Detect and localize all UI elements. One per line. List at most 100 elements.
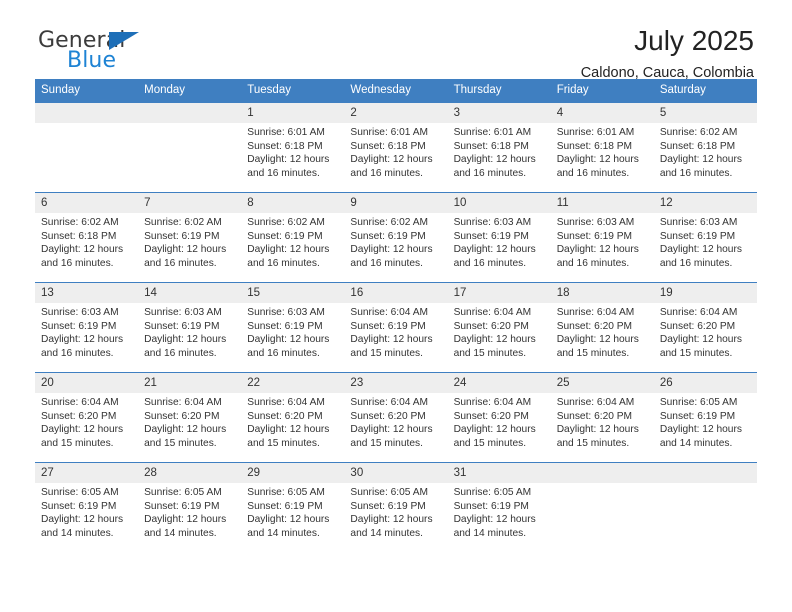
daylight-text-cont: and 15 minutes. <box>247 437 320 449</box>
calendar-day-cell[interactable]: 9 Sunrise: 6:02 AM Sunset: 6:19 PM Daylight… <box>344 192 448 283</box>
day-details: Sunrise: 6:05 AM Sunset: 6:19 PM Daylight:… <box>654 393 757 450</box>
daylight-text-cont: and 16 minutes. <box>659 167 733 179</box>
calendar-day-cell[interactable]: 14 Sunrise: 6:03 AM Sunset: 6:19 PM Dayligh… <box>138 282 242 373</box>
daylight-text: Daylight: 12 hours <box>556 334 639 346</box>
day-details: Sunrise: 6:01 AM Sunset: 6:18 PM Daylight:… <box>551 123 654 180</box>
calendar-day-cell-empty <box>550 462 654 552</box>
day-number: 18 <box>550 283 654 303</box>
daylight-text: Daylight: 12 hours <box>350 244 433 256</box>
calendar-day-cell[interactable]: 31 Sunrise: 6:05 AM Sunset: 6:19 PM Dayligh… <box>447 462 551 552</box>
day-details: Sunrise: 6:02 AM Sunset: 6:19 PM Daylight:… <box>344 213 447 270</box>
day-number: 30 <box>344 463 448 483</box>
day-number: 22 <box>241 373 345 393</box>
calendar-day-cell-empty <box>653 462 757 552</box>
day-details: Sunrise: 6:02 AM Sunset: 6:19 PM Daylight:… <box>241 213 344 270</box>
calendar-day-cell[interactable]: 15 Sunrise: 6:03 AM Sunset: 6:19 PM Dayligh… <box>241 282 345 373</box>
calendar-day-cell[interactable]: 12 Sunrise: 6:03 AM Sunset: 6:19 PM Dayligh… <box>653 192 757 283</box>
daylight-text-cont: and 15 minutes. <box>556 347 630 359</box>
calendar-day-cell[interactable]: 5 Sunrise: 6:02 AM Sunset: 6:18 PM Daylight… <box>653 103 757 193</box>
page-title: July 2025 <box>634 25 754 56</box>
sunset-text: Sunset: 6:19 PM <box>41 500 117 512</box>
calendar-day-cell[interactable]: 13 Sunrise: 6:03 AM Sunset: 6:19 PM Dayligh… <box>35 282 139 373</box>
calendar-day-cell[interactable]: 8 Sunrise: 6:02 AM Sunset: 6:19 PM Daylight… <box>241 192 345 283</box>
sunrise-text: Sunrise: 6:04 AM <box>41 397 119 408</box>
calendar-day-cell[interactable]: 22 Sunrise: 6:04 AM Sunset: 6:20 PM Dayligh… <box>241 372 345 463</box>
daylight-text: Daylight: 12 hours <box>41 514 124 526</box>
logo-text-blue: Blue <box>67 48 117 73</box>
calendar-day-cell[interactable]: 24 Sunrise: 6:04 AM Sunset: 6:20 PM Dayligh… <box>447 372 551 463</box>
calendar-day-cell[interactable]: 28 Sunrise: 6:05 AM Sunset: 6:19 PM Dayligh… <box>138 462 242 552</box>
daylight-text-cont: and 16 minutes. <box>247 167 320 179</box>
daylight-text-cont: and 15 minutes. <box>659 347 733 359</box>
sunrise-text: Sunrise: 6:04 AM <box>556 307 635 318</box>
calendar-day-cell[interactable]: 20 Sunrise: 6:04 AM Sunset: 6:20 PM Dayligh… <box>35 372 139 463</box>
daylight-text: Daylight: 12 hours <box>453 334 536 346</box>
sunrise-text: Sunrise: 6:04 AM <box>453 307 532 318</box>
sunset-text: Sunset: 6:20 PM <box>350 410 426 422</box>
sunset-text: Sunset: 6:19 PM <box>556 230 633 242</box>
day-details: Sunrise: 6:05 AM Sunset: 6:19 PM Daylight:… <box>344 483 447 540</box>
sunrise-text: Sunrise: 6:03 AM <box>453 217 532 228</box>
sunrise-text: Sunrise: 6:05 AM <box>41 487 119 498</box>
day-number: 3 <box>447 103 551 123</box>
calendar-day-cell[interactable]: 25 Sunrise: 6:04 AM Sunset: 6:20 PM Dayligh… <box>550 372 654 463</box>
calendar-day-cell-empty <box>138 103 242 193</box>
daylight-text: Daylight: 12 hours <box>144 514 227 526</box>
day-details: Sunrise: 6:03 AM Sunset: 6:19 PM Daylight:… <box>35 303 138 360</box>
calendar-day-cell[interactable]: 3 Sunrise: 6:01 AM Sunset: 6:18 PM Daylight… <box>447 103 551 193</box>
daylight-text: Daylight: 12 hours <box>556 154 639 166</box>
calendar-body: 1 Sunrise: 6:01 AM Sunset: 6:18 PM Daylight… <box>35 103 757 552</box>
sunset-text: Sunset: 6:20 PM <box>41 410 117 422</box>
sunrise-text: Sunrise: 6:01 AM <box>453 127 532 138</box>
calendar-day-cell[interactable]: 30 Sunrise: 6:05 AM Sunset: 6:19 PM Dayligh… <box>344 462 448 552</box>
calendar-day-cell[interactable]: 11 Sunrise: 6:03 AM Sunset: 6:19 PM Dayligh… <box>550 192 654 283</box>
daylight-text-cont: and 14 minutes. <box>247 527 320 539</box>
sunset-text: Sunset: 6:19 PM <box>350 320 426 332</box>
sunrise-text: Sunrise: 6:04 AM <box>350 307 429 318</box>
calendar-day-cell[interactable]: 27 Sunrise: 6:05 AM Sunset: 6:19 PM Dayligh… <box>35 462 139 552</box>
sunrise-text: Sunrise: 6:05 AM <box>350 487 429 498</box>
sunrise-text: Sunrise: 6:04 AM <box>556 397 635 408</box>
day-number: 10 <box>447 193 551 213</box>
daylight-text: Daylight: 12 hours <box>659 424 742 436</box>
day-number: 24 <box>447 373 551 393</box>
day-details: Sunrise: 6:01 AM Sunset: 6:18 PM Daylight:… <box>241 123 344 180</box>
calendar-day-cell[interactable]: 29 Sunrise: 6:05 AM Sunset: 6:19 PM Dayligh… <box>241 462 345 552</box>
daylight-text-cont: and 16 minutes. <box>453 167 527 179</box>
daylight-text-cont: and 14 minutes. <box>41 527 114 539</box>
day-details: Sunrise: 6:04 AM Sunset: 6:19 PM Daylight:… <box>344 303 447 360</box>
sunset-text: Sunset: 6:18 PM <box>41 230 117 242</box>
calendar-day-cell-empty <box>35 103 139 193</box>
calendar-day-cell[interactable]: 4 Sunrise: 6:01 AM Sunset: 6:18 PM Daylight… <box>550 103 654 193</box>
calendar-day-cell[interactable]: 1 Sunrise: 6:01 AM Sunset: 6:18 PM Daylight… <box>241 103 345 193</box>
calendar-day-cell[interactable]: 16 Sunrise: 6:04 AM Sunset: 6:19 PM Dayligh… <box>344 282 448 373</box>
daylight-text: Daylight: 12 hours <box>453 514 536 526</box>
day-details: Sunrise: 6:01 AM Sunset: 6:18 PM Daylight:… <box>448 123 551 180</box>
sunrise-text: Sunrise: 6:03 AM <box>659 217 738 228</box>
sunset-text: Sunset: 6:20 PM <box>453 320 529 332</box>
calendar-day-cell[interactable]: 26 Sunrise: 6:05 AM Sunset: 6:19 PM Dayligh… <box>653 372 757 463</box>
calendar-page: General Blue July 2025 Caldono, Cauca, C… <box>0 0 792 612</box>
calendar-day-cell[interactable]: 19 Sunrise: 6:04 AM Sunset: 6:20 PM Dayligh… <box>653 282 757 373</box>
sunrise-text: Sunrise: 6:04 AM <box>144 397 222 408</box>
daylight-text-cont: and 16 minutes. <box>41 347 114 359</box>
calendar-day-cell[interactable]: 2 Sunrise: 6:01 AM Sunset: 6:18 PM Daylight… <box>344 103 448 193</box>
daylight-text: Daylight: 12 hours <box>247 514 330 526</box>
calendar-day-cell[interactable]: 6 Sunrise: 6:02 AM Sunset: 6:18 PM Daylight… <box>35 192 139 283</box>
calendar-day-cell[interactable]: 10 Sunrise: 6:03 AM Sunset: 6:19 PM Dayligh… <box>447 192 551 283</box>
general-blue-logo[interactable]: General Blue <box>38 28 268 76</box>
weekday-header-thursday: Thursday <box>447 79 551 103</box>
calendar-day-cell[interactable]: 21 Sunrise: 6:04 AM Sunset: 6:20 PM Dayligh… <box>138 372 242 463</box>
calendar-day-cell[interactable]: 18 Sunrise: 6:04 AM Sunset: 6:20 PM Dayligh… <box>550 282 654 373</box>
calendar-week-row: 1 Sunrise: 6:01 AM Sunset: 6:18 PM Daylight… <box>35 103 757 193</box>
calendar-day-cell[interactable]: 7 Sunrise: 6:02 AM Sunset: 6:19 PM Daylight… <box>138 192 242 283</box>
day-details: Sunrise: 6:04 AM Sunset: 6:20 PM Daylight:… <box>551 303 654 360</box>
sunrise-text: Sunrise: 6:01 AM <box>350 127 429 138</box>
calendar-day-cell[interactable]: 23 Sunrise: 6:04 AM Sunset: 6:20 PM Dayligh… <box>344 372 448 463</box>
day-number: 25 <box>550 373 654 393</box>
sunset-text: Sunset: 6:19 PM <box>659 230 736 242</box>
daylight-text-cont: and 16 minutes. <box>247 347 320 359</box>
calendar-day-cell[interactable]: 17 Sunrise: 6:04 AM Sunset: 6:20 PM Dayligh… <box>447 282 551 373</box>
sunset-text: Sunset: 6:19 PM <box>453 230 529 242</box>
daylight-text-cont: and 16 minutes. <box>144 257 217 269</box>
